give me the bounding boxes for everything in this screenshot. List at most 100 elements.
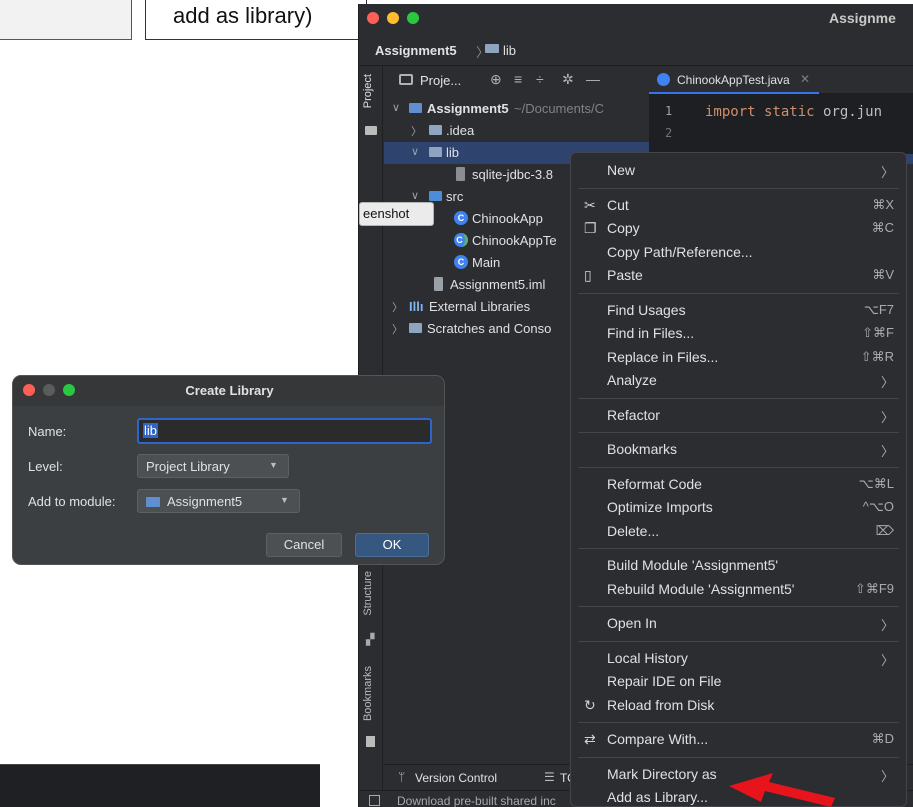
- tree-item-label: Assignment5.iml: [450, 277, 546, 292]
- scratches-icon: [409, 323, 422, 333]
- chevron-right-icon[interactable]: 〉: [392, 299, 403, 315]
- tree-item-label: ChinookAppTe: [472, 233, 557, 248]
- ok-button[interactable]: OK: [355, 533, 429, 557]
- cancel-button[interactable]: Cancel: [266, 533, 342, 557]
- breadcrumb: Assignment5 〉 lib: [359, 32, 913, 66]
- menu-item-shortcut: ⌦: [875, 522, 894, 538]
- todo-icon: ☰: [544, 770, 555, 784]
- tab-version-control[interactable]: Version Control: [415, 771, 497, 785]
- menu-item-copy-path-reference[interactable]: Copy Path/Reference...: [571, 241, 906, 264]
- tree-item-label: Main: [472, 255, 501, 270]
- menu-separator: [578, 466, 899, 468]
- jar-icon: [456, 167, 465, 181]
- menu-item-analyze[interactable]: Analyze 〉: [571, 369, 906, 392]
- menu-item-find-usages[interactable]: Find Usages ⌥F7: [571, 299, 906, 322]
- close-window-button[interactable]: [367, 12, 379, 24]
- menu-item-find-in-files[interactable]: Find in Files... ⇧⌘F: [571, 322, 906, 345]
- tree-item-label: .idea: [446, 123, 475, 138]
- class-icon: [657, 73, 670, 86]
- menu-item-reload-from-disk[interactable]: ↻ Reload from Disk: [571, 694, 906, 717]
- breadcrumb-project[interactable]: Assignment5: [375, 43, 457, 58]
- menu-item-build-module-assignment5[interactable]: Build Module 'Assignment5': [571, 554, 906, 577]
- context-menu: New 〉 ✂ Cut ⌘X ❐ Copy ⌘C Copy Path/Reference... ▯…: [570, 152, 907, 807]
- library-name-input[interactable]: lib: [137, 418, 432, 444]
- menu-item-copy[interactable]: ❐ Copy ⌘C: [571, 217, 906, 240]
- menu-item-delete[interactable]: Delete... ⌦: [571, 520, 906, 543]
- chevron-right-icon[interactable]: 〉: [411, 123, 422, 139]
- breadcrumb-folder[interactable]: lib: [503, 43, 516, 58]
- bookmark-icon: [366, 736, 375, 747]
- project-view-selector[interactable]: Proje...: [420, 73, 461, 88]
- menu-item-label: Build Module 'Assignment5': [607, 557, 779, 573]
- module-select[interactable]: Assignment5 ▼: [137, 489, 300, 513]
- hide-panel-icon[interactable]: —: [586, 71, 600, 87]
- level-select[interactable]: Project Library ▼: [137, 454, 289, 478]
- test-class-icon: C: [454, 233, 468, 247]
- dialog-title: Create Library: [185, 383, 274, 398]
- gear-icon[interactable]: ✲: [562, 71, 574, 88]
- class-icon: C: [454, 211, 468, 225]
- folder-icon: [429, 147, 442, 157]
- menu-item-open-in[interactable]: Open In 〉: [571, 612, 906, 635]
- tab-chinookapptest[interactable]: ChinookAppTest.java ✕: [649, 66, 819, 94]
- collapse-all-icon[interactable]: ÷: [536, 71, 544, 87]
- tree-item-label: lib: [446, 145, 460, 160]
- editor-gutter: 1 2: [649, 94, 699, 154]
- menu-item-paste[interactable]: ▯ Paste ⌘V: [571, 264, 906, 287]
- chevron-right-icon: 〉: [880, 618, 894, 633]
- menu-item-shortcut: ⇧⌘R: [860, 348, 894, 364]
- menu-item-shortcut: ⇧⌘F: [862, 325, 894, 340]
- menu-item-label: Copy Path/Reference...: [607, 243, 753, 260]
- tree-item-label: Assignment5: [427, 101, 509, 116]
- chevron-down-icon[interactable]: ∨: [411, 189, 419, 202]
- module-icon: [146, 497, 160, 507]
- tab-project[interactable]: Project: [362, 74, 374, 108]
- close-icon[interactable]: ✕: [800, 72, 810, 86]
- chevron-down-icon[interactable]: ∨: [411, 145, 419, 158]
- window-title: Assignme: [829, 10, 896, 26]
- menu-item-reformat-code[interactable]: Reformat Code ⌥⌘L: [571, 473, 906, 496]
- menu-item-optimize-imports[interactable]: Optimize Imports ^⌥O: [571, 496, 906, 519]
- menu-item-bookmarks[interactable]: Bookmarks 〉: [571, 438, 906, 461]
- red-arrow-annotation: [729, 773, 835, 807]
- minimize-window-button[interactable]: [387, 12, 399, 24]
- compare-icon: ⇄: [584, 731, 596, 747]
- menu-separator: [578, 548, 899, 549]
- menu-item-replace-in-files[interactable]: Replace in Files... ⇧⌘R: [571, 346, 906, 369]
- menu-item-label: New: [607, 162, 636, 178]
- chevron-right-icon: 〉: [880, 768, 894, 784]
- zoom-window-button[interactable]: [407, 12, 419, 24]
- menu-item-label: Paste: [607, 267, 643, 283]
- menu-item-label: Cut: [607, 196, 629, 213]
- menu-item-refactor[interactable]: Refactor 〉: [571, 404, 906, 427]
- chevron-right-icon: 〉: [880, 165, 894, 180]
- code-editor[interactable]: [699, 94, 913, 154]
- menu-item-new[interactable]: New 〉: [571, 159, 906, 182]
- tree-item-label: sqlite-jdbc-3.8: [472, 167, 553, 182]
- menu-item-repair-ide-on-file[interactable]: Repair IDE on File: [571, 670, 906, 693]
- menu-item-label: Rebuild Module 'Assignment5': [607, 580, 795, 597]
- line-number: 1: [665, 104, 673, 118]
- menu-item-local-history[interactable]: Local History 〉: [571, 647, 906, 670]
- menu-item-label: Mark Directory as: [607, 765, 717, 782]
- chevron-right-icon: 〉: [880, 444, 894, 459]
- chevron-down-icon[interactable]: ∨: [392, 101, 400, 114]
- menu-item-compare-with[interactable]: ⇄ Compare With... ⌘D: [571, 728, 906, 751]
- tab-structure[interactable]: Structure: [362, 571, 374, 616]
- menu-item-label: Delete...: [607, 522, 660, 539]
- menu-item-label: Repair IDE on File: [607, 673, 722, 689]
- menu-item-rebuild-module-assignment5[interactable]: Rebuild Module 'Assignment5' ⇧⌘F9: [571, 578, 906, 601]
- locate-icon[interactable]: ⊕: [490, 71, 502, 88]
- branch-icon: ᛘ: [398, 770, 406, 784]
- expand-all-icon[interactable]: ≡: [514, 71, 522, 87]
- menu-item-cut[interactable]: ✂ Cut ⌘X: [571, 194, 906, 217]
- main-class-icon: C: [454, 255, 468, 269]
- menu-item-label: Find in Files...: [607, 325, 695, 341]
- level-label: Level:: [28, 459, 63, 474]
- tab-bookmarks[interactable]: Bookmarks: [362, 666, 374, 721]
- module-value: Assignment5: [167, 494, 243, 509]
- level-value: Project Library: [146, 459, 230, 474]
- create-library-dialog: Create Library Name: lib Level: Project …: [12, 375, 445, 565]
- status-toggle-icon[interactable]: [369, 795, 380, 806]
- chevron-right-icon[interactable]: 〉: [392, 321, 403, 337]
